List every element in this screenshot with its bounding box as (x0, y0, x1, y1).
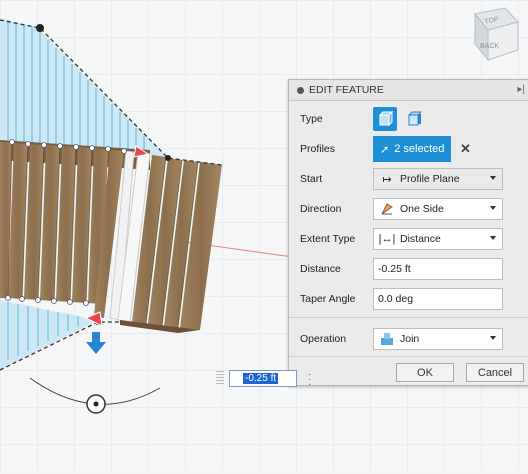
profile-plane-icon: ↦ (382, 173, 392, 186)
profiles-label: Profiles (300, 143, 336, 155)
start-value: Profile Plane (400, 173, 460, 185)
panel-options-icon[interactable]: ▸| (517, 84, 525, 95)
operation-value: Join (400, 333, 420, 345)
start-row: Start ↦ Profile Plane (289, 166, 528, 192)
view-cube[interactable]: TOP BACK (474, 7, 519, 62)
operation-row: Operation Join (289, 326, 528, 352)
distance-icon: |↔| (378, 233, 396, 245)
distance-row: Distance -0.25 ft (289, 256, 528, 282)
direction-label: Direction (300, 203, 342, 215)
profiles-row: Profiles ➚ 2 selected ✕ (289, 136, 528, 162)
chevron-down-icon (490, 236, 496, 240)
panel-header[interactable]: EDIT FEATURE ▸| (289, 80, 528, 101)
one-side-icon (378, 200, 396, 218)
panel-divider (289, 356, 528, 357)
distance-label: Distance (300, 263, 341, 275)
svg-text:BACK: BACK (480, 43, 499, 50)
edit-feature-panel: EDIT FEATURE ▸| Type Profiles ➚ 2 select… (288, 79, 528, 386)
canvas-distance-grip[interactable] (216, 371, 224, 385)
direction-dropdown[interactable]: One Side (373, 198, 503, 220)
distance-input[interactable]: -0.25 ft (373, 258, 503, 280)
taper-angle-row: Taper Angle 0.0 deg (289, 286, 528, 312)
thin-extrude-icon (407, 111, 422, 126)
profiles-selector[interactable]: ➚ 2 selected (373, 136, 451, 162)
taper-angle-input[interactable]: 0.0 deg (373, 288, 503, 310)
direction-value: One Side (400, 203, 444, 215)
extent-type-dropdown[interactable]: |↔| Distance (373, 228, 503, 250)
chevron-down-icon (490, 336, 496, 340)
extent-type-label: Extent Type (300, 233, 356, 245)
canvas-distance-value: -0.25 ft (243, 373, 279, 384)
start-label: Start (300, 173, 323, 185)
join-icon (378, 330, 396, 348)
clear-selection-icon[interactable]: ✕ (460, 141, 471, 157)
extent-type-value: Distance (400, 233, 441, 245)
type-row: Type (289, 106, 528, 132)
cancel-button[interactable]: Cancel (466, 363, 524, 382)
canvas-distance-input[interactable]: -0.25 ft (229, 370, 297, 387)
solid-extrude-icon (378, 111, 393, 127)
panel-title: EDIT FEATURE (309, 84, 384, 96)
panel-divider (289, 317, 528, 318)
operation-dropdown[interactable]: Join (373, 328, 503, 350)
extrude-type-thin-button[interactable] (402, 107, 426, 131)
ok-button[interactable]: OK (396, 363, 454, 382)
taper-angle-label: Taper Angle (300, 293, 356, 305)
chevron-down-icon (490, 206, 496, 210)
operation-label: Operation (300, 333, 347, 345)
extent-type-row: Extent Type |↔| Distance (289, 226, 528, 252)
profiles-value: 2 selected (394, 143, 445, 155)
canvas-input-menu-icon[interactable]: · · · (308, 370, 311, 390)
type-label: Type (300, 113, 323, 125)
start-dropdown[interactable]: ↦ Profile Plane (373, 168, 503, 190)
chevron-down-icon (490, 176, 496, 180)
collapse-icon[interactable] (297, 86, 304, 94)
extrude-type-solid-button[interactable] (373, 107, 397, 131)
direction-row: Direction One Side (289, 196, 528, 222)
cursor-icon: ➚ (380, 143, 390, 156)
